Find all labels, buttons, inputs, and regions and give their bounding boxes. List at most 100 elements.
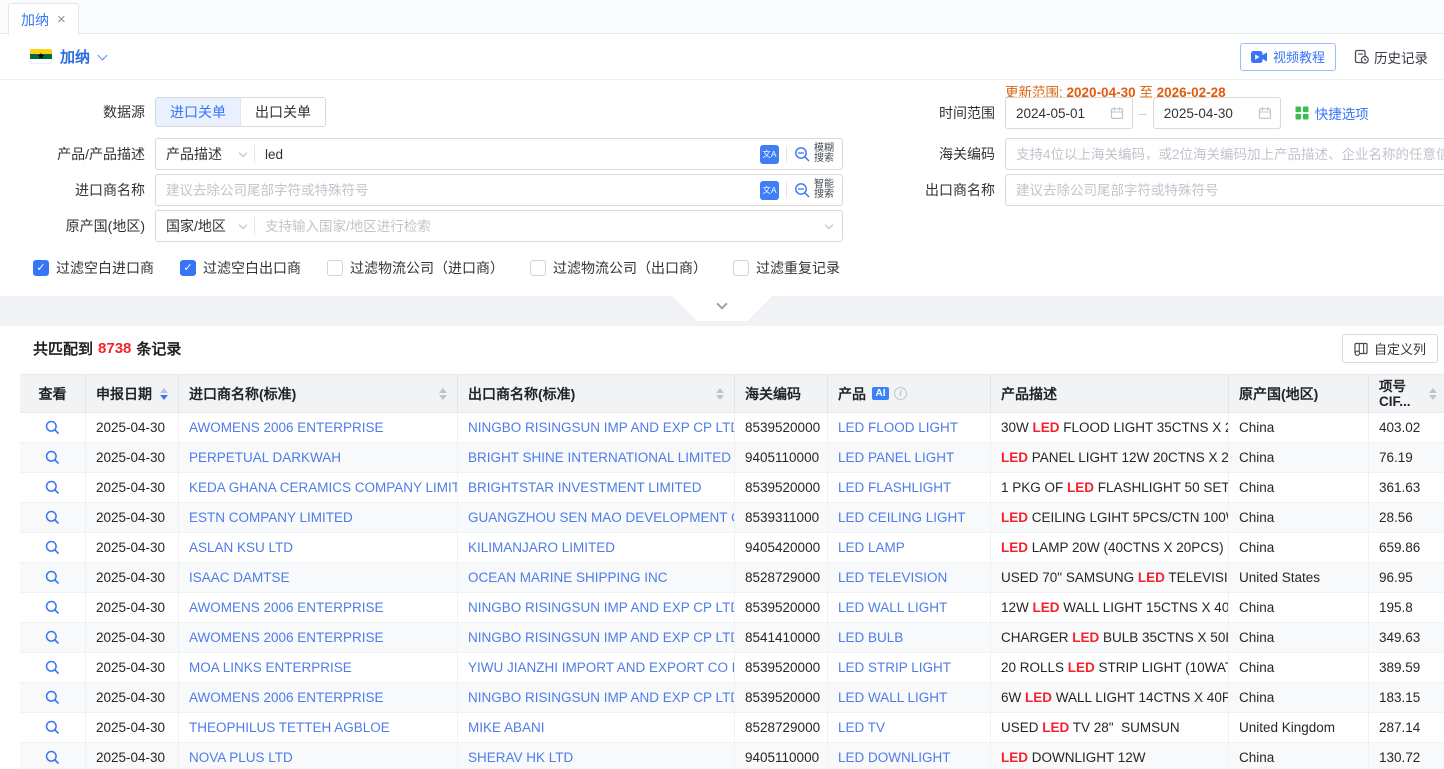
- view-record-icon[interactable]: [45, 750, 60, 765]
- exporter-link[interactable]: BRIGHT SHINE INTERNATIONAL LIMITED: [457, 443, 734, 472]
- exporter-link[interactable]: SHERAV HK LTD: [457, 743, 734, 769]
- view-record-icon[interactable]: [45, 600, 60, 615]
- view-record-icon[interactable]: [45, 480, 60, 495]
- product-link[interactable]: LED TV: [827, 713, 990, 742]
- table-row: 2025-04-30 AWOMENS 2006 ENTERPRISE NINGB…: [20, 413, 1444, 443]
- exporter-link[interactable]: NINGBO RISINGSUN IMP AND EXP CP LTD: [457, 593, 734, 622]
- info-icon[interactable]: i: [894, 387, 907, 400]
- sort-icons[interactable]: [1429, 388, 1437, 400]
- product-link[interactable]: LED CEILING LIGHT: [827, 503, 990, 532]
- product-link[interactable]: LED PANEL LIGHT: [827, 443, 990, 472]
- filter-checkbox[interactable]: 过滤空白出口商: [180, 258, 301, 278]
- product-link[interactable]: LED WALL LIGHT: [827, 593, 990, 622]
- video-tutorial-button[interactable]: 视频教程: [1240, 43, 1336, 71]
- desc-highlight: LED: [1001, 540, 1028, 555]
- sort-icons[interactable]: [439, 388, 447, 400]
- product-link[interactable]: LED TELEVISION: [827, 563, 990, 592]
- filter-checkbox[interactable]: 过滤物流公司（进口商）: [327, 258, 504, 278]
- importer-link[interactable]: THEOPHILUS TETTEH AGBLOE: [178, 713, 457, 742]
- importer-link[interactable]: AWOMENS 2006 ENTERPRISE: [178, 623, 457, 652]
- exporter-link[interactable]: GUANGZHOU SEN MAO DEVELOPMENT C...: [457, 503, 734, 532]
- checkbox-icon[interactable]: [33, 260, 49, 276]
- view-record-icon[interactable]: [45, 720, 60, 735]
- product-link[interactable]: LED WALL LIGHT: [827, 683, 990, 712]
- customize-columns-button[interactable]: 自定义列: [1342, 334, 1438, 363]
- product-link[interactable]: LED DOWNLIGHT: [827, 743, 990, 769]
- product-link[interactable]: LED FLASHLIGHT: [827, 473, 990, 502]
- exporter-link[interactable]: NINGBO RISINGSUN IMP AND EXP CP LTD: [457, 623, 734, 652]
- tab-import-declarations[interactable]: 进口关单: [156, 98, 240, 126]
- filter-checkbox[interactable]: 过滤空白进口商: [33, 258, 154, 278]
- quick-options-link[interactable]: 快捷选项: [1295, 103, 1369, 123]
- product-link[interactable]: LED LAMP: [827, 533, 990, 562]
- view-record-icon[interactable]: [45, 570, 60, 585]
- product-link[interactable]: LED BULB: [827, 623, 990, 652]
- product-search-input[interactable]: [255, 147, 760, 162]
- sort-icons[interactable]: [716, 388, 724, 400]
- importer-name-input[interactable]: [156, 183, 760, 198]
- importer-link[interactable]: ISAAC DAMTSE: [178, 563, 457, 592]
- tab-export-declarations[interactable]: 出口关单: [240, 98, 325, 126]
- product-link[interactable]: LED STRIP LIGHT: [827, 653, 990, 682]
- view-record-icon[interactable]: [45, 690, 60, 705]
- fuzzy-search-button[interactable]: 模糊 搜索: [794, 144, 834, 165]
- history-button[interactable]: 历史记录: [1354, 47, 1428, 67]
- collapse-form-button[interactable]: [672, 296, 772, 321]
- origin-country-cell: United Kingdom: [1228, 713, 1368, 742]
- tab-ghana[interactable]: 加纳 ×: [8, 3, 79, 35]
- chevron-down-icon[interactable]: [98, 50, 108, 60]
- date-range-separator: –: [1139, 105, 1147, 121]
- exporter-link[interactable]: NINGBO RISINGSUN IMP AND EXP CP LTD: [457, 413, 734, 442]
- checkbox-icon[interactable]: [530, 260, 546, 276]
- header-importer-name[interactable]: 进口商名称(标准): [178, 375, 457, 412]
- importer-link[interactable]: MOA LINKS ENTERPRISE: [178, 653, 457, 682]
- exporter-name-input[interactable]: [1006, 183, 1444, 198]
- smart-search-button[interactable]: 智能 搜索: [794, 180, 834, 201]
- view-record-icon[interactable]: [45, 510, 60, 525]
- exporter-link[interactable]: KILIMANJARO LIMITED: [457, 533, 734, 562]
- end-date-picker[interactable]: 2025-04-30: [1153, 97, 1281, 129]
- importer-link[interactable]: AWOMENS 2006 ENTERPRISE: [178, 683, 457, 712]
- importer-link[interactable]: KEDA GHANA CERAMICS COMPANY LIMITED: [178, 473, 457, 502]
- view-record-icon[interactable]: [45, 540, 60, 555]
- origin-type-select[interactable]: 国家/地区: [156, 216, 254, 236]
- header-declaration-date[interactable]: 申报日期: [85, 375, 178, 412]
- exporter-link[interactable]: MIKE ABANI: [457, 713, 734, 742]
- checkbox-icon[interactable]: [327, 260, 343, 276]
- desc-highlight: LED: [1068, 660, 1095, 675]
- desc-text: CEILING LGIHT 5PCS/CTN 100W: [1028, 510, 1228, 525]
- close-icon[interactable]: ×: [57, 12, 66, 27]
- country-name[interactable]: 加纳: [60, 46, 90, 67]
- product-type-select[interactable]: 产品描述: [156, 144, 254, 164]
- translate-icon[interactable]: 文A: [760, 181, 779, 200]
- view-record-icon[interactable]: [45, 630, 60, 645]
- product-link[interactable]: LED FLOOD LIGHT: [827, 413, 990, 442]
- exporter-link[interactable]: BRIGHTSTAR INVESTMENT LIMITED: [457, 473, 734, 502]
- desc-text: USED: [1001, 720, 1042, 735]
- importer-link[interactable]: ESTN COMPANY LIMITED: [178, 503, 457, 532]
- view-record-icon[interactable]: [45, 450, 60, 465]
- checkbox-icon[interactable]: [733, 260, 749, 276]
- sort-icons[interactable]: [160, 388, 168, 400]
- importer-link[interactable]: ASLAN KSU LTD: [178, 533, 457, 562]
- translate-icon[interactable]: 文A: [760, 145, 779, 164]
- exporter-link[interactable]: OCEAN MARINE SHIPPING INC: [457, 563, 734, 592]
- view-cell: [20, 623, 85, 652]
- importer-link[interactable]: AWOMENS 2006 ENTERPRISE: [178, 593, 457, 622]
- filter-checkbox[interactable]: 过滤物流公司（出口商）: [530, 258, 707, 278]
- view-record-icon[interactable]: [45, 420, 60, 435]
- table-row: 2025-04-30 ASLAN KSU LTD KILIMANJARO LIM…: [20, 533, 1444, 563]
- origin-country-input[interactable]: [255, 219, 826, 234]
- hs-code-input[interactable]: [1006, 147, 1444, 162]
- importer-link[interactable]: PERPETUAL DARKWAH: [178, 443, 457, 472]
- exporter-link[interactable]: NINGBO RISINGSUN IMP AND EXP CP LTD: [457, 683, 734, 712]
- header-item-cif[interactable]: 项号 CIF...: [1368, 375, 1444, 412]
- importer-link[interactable]: AWOMENS 2006 ENTERPRISE: [178, 413, 457, 442]
- importer-link[interactable]: NOVA PLUS LTD: [178, 743, 457, 769]
- filter-checkbox[interactable]: 过滤重复记录: [733, 258, 840, 278]
- header-exporter-name[interactable]: 出口商名称(标准): [457, 375, 734, 412]
- start-date-picker[interactable]: 2024-05-01: [1005, 97, 1133, 129]
- exporter-link[interactable]: YIWU JIANZHI IMPORT AND EXPORT CO LTD: [457, 653, 734, 682]
- checkbox-icon[interactable]: [180, 260, 196, 276]
- view-record-icon[interactable]: [45, 660, 60, 675]
